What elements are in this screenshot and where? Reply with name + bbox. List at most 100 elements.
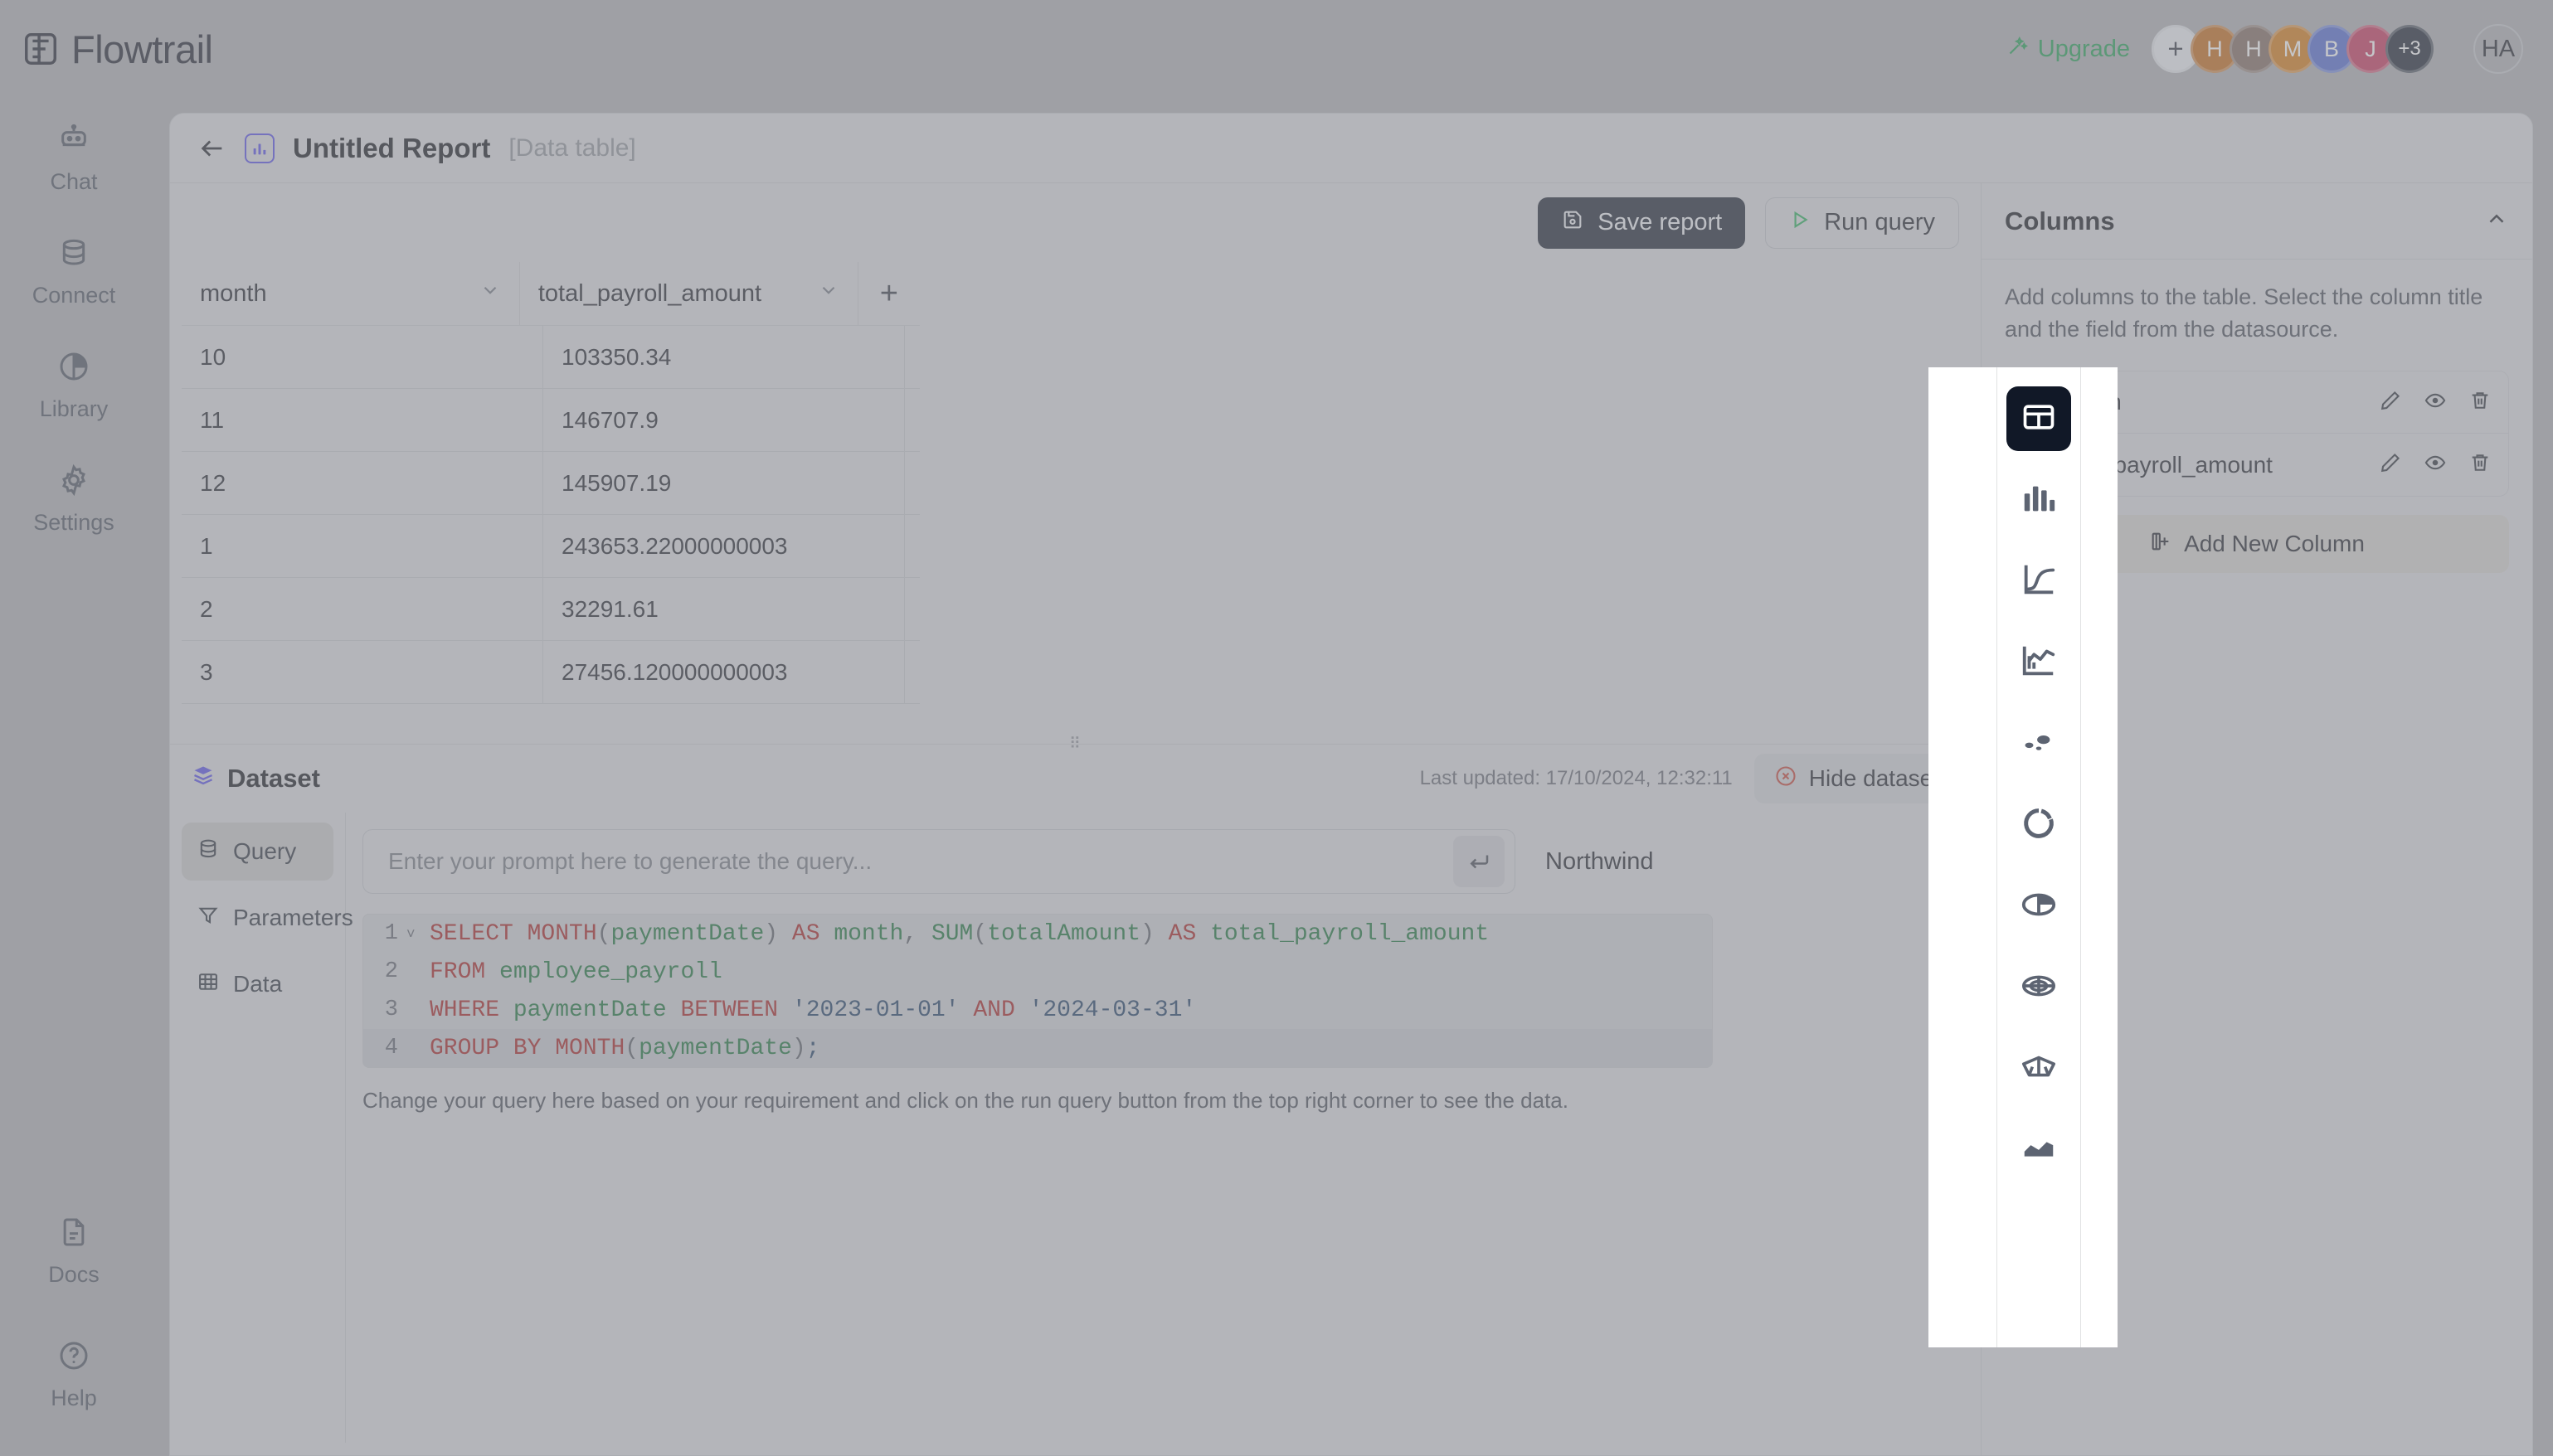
avatar-overflow[interactable]: +3: [2385, 25, 2434, 73]
datasource-selector[interactable]: Northwind: [1534, 848, 1681, 886]
chart-type-line[interactable]: [2006, 549, 2071, 614]
table-row: 12 145907.19: [182, 452, 920, 515]
avatar-group: + H H M B J +3: [2152, 25, 2434, 73]
table-column-header-total-payroll-amount[interactable]: total_payroll_amount: [520, 262, 858, 325]
dataset-title-label: Dataset: [227, 764, 320, 793]
tab-label: Parameters: [233, 905, 353, 930]
bar-chart-icon: [245, 133, 275, 163]
hide-dataset-label: Hide dataset: [1808, 765, 1939, 791]
upgrade-label: Upgrade: [2037, 35, 2130, 62]
code-line[interactable]: 3 WHERE paymentDate BETWEEN '2023-01-01'…: [363, 991, 1712, 1029]
code-line[interactable]: 4 GROUP BY MONTH(paymentDate);: [363, 1029, 1712, 1067]
database-icon: [57, 236, 90, 275]
report-header: Untitled Report [Data table]: [170, 114, 2532, 183]
sidebar-item-docs[interactable]: Docs: [24, 1211, 124, 1293]
chevron-down-icon[interactable]: [818, 279, 839, 308]
cell-total-payroll-amount: 243653.22000000003: [543, 515, 905, 577]
fold-toggle-icon[interactable]: ˅: [406, 925, 425, 943]
current-user-avatar[interactable]: HA: [2473, 24, 2523, 74]
brand[interactable]: Flowtrail: [22, 27, 213, 72]
table-row: 1 243653.22000000003: [182, 515, 920, 578]
sidebar-item-label: Connect: [32, 283, 116, 308]
eye-icon[interactable]: [2424, 451, 2447, 478]
chart-type-funnel[interactable]: [2006, 1036, 2071, 1101]
code-line[interactable]: 1 ˅ SELECT MONTH(paymentDate) AS month, …: [363, 915, 1712, 953]
cell-month: 2: [182, 578, 543, 640]
chart-type-pie[interactable]: [2006, 874, 2071, 939]
sidebar-item-chat[interactable]: Chat: [24, 118, 124, 200]
dataset-main: Northwind 1 ˅ SELECT MONTH(paymentDate) …: [346, 813, 1981, 1443]
trash-icon[interactable]: [2468, 451, 2492, 478]
sidebar-item-help[interactable]: Help: [24, 1334, 124, 1416]
table-column-header-month[interactable]: month: [182, 262, 520, 325]
report-canvas: Save report Run query month total_payrol…: [170, 183, 1982, 1455]
pie-chart-icon: [57, 350, 90, 389]
sidebar-item-connect[interactable]: Connect: [24, 231, 124, 313]
cell-total-payroll-amount: 103350.34: [543, 326, 905, 388]
enter-key-icon[interactable]: [1453, 836, 1505, 887]
chart-type-combo[interactable]: [2006, 630, 2071, 695]
chevron-up-icon[interactable]: [2484, 206, 2509, 235]
dataset-title: Dataset: [192, 764, 320, 794]
code-text: GROUP BY MONTH(paymentDate);: [430, 1035, 820, 1061]
dataset-tab-list: Query Parameters Data: [170, 813, 353, 1443]
sidebar-item-settings[interactable]: Settings: [24, 459, 124, 541]
save-report-button[interactable]: Save report: [1538, 197, 1746, 249]
table-row: 2 32291.61: [182, 578, 920, 641]
document-icon: [57, 1216, 90, 1255]
top-bar-right: Upgrade + H H M B J +3 HA: [2006, 24, 2523, 74]
sidebar-item-label: Library: [39, 396, 109, 421]
run-query-button[interactable]: Run query: [1765, 197, 1959, 249]
chart-type-bar[interactable]: [2006, 468, 2071, 532]
chart-type-donut[interactable]: [2006, 793, 2071, 857]
sidebar-secondary-items: Docs Help: [0, 1211, 148, 1416]
eye-icon[interactable]: [2424, 389, 2447, 416]
flowtrail-logo-icon: [22, 30, 60, 68]
dataset-panel: ⠿ Dataset Last updated: 17/10/2024, 12:3…: [170, 736, 1981, 1455]
question-circle-icon: [57, 1339, 90, 1378]
database-icon: [197, 837, 220, 866]
tab-data[interactable]: Data: [182, 955, 333, 1013]
grid-icon: [197, 970, 220, 999]
chart-type-area[interactable]: [2006, 1118, 2071, 1182]
tab-label: Query: [233, 838, 297, 864]
chart-type-table[interactable]: [2006, 386, 2071, 451]
tab-parameters[interactable]: Parameters: [182, 889, 353, 947]
column-actions: [2379, 451, 2492, 478]
code-text: SELECT MONTH(paymentDate) AS month, SUM(…: [430, 920, 1490, 947]
tab-label: Data: [233, 971, 283, 997]
panel-divider: [2080, 367, 2081, 1347]
page-title[interactable]: Untitled Report: [293, 133, 490, 164]
pencil-icon[interactable]: [2379, 451, 2402, 478]
save-report-label: Save report: [1597, 209, 1723, 235]
chart-type-list: [1997, 386, 2080, 1182]
chart-type-radar[interactable]: [2006, 955, 2071, 1020]
sidebar-item-label: Chat: [50, 169, 98, 194]
add-table-column-button[interactable]: +: [858, 262, 920, 325]
arrow-left-icon[interactable]: [198, 134, 226, 163]
prompt-input[interactable]: [388, 848, 1453, 875]
prompt-box[interactable]: [362, 829, 1515, 894]
columns-panel-title: Columns: [2005, 206, 2115, 235]
sidebar-item-library[interactable]: Library: [24, 345, 124, 427]
line-number: 2: [384, 959, 398, 984]
sql-editor[interactable]: 1 ˅ SELECT MONTH(paymentDate) AS month, …: [362, 914, 1713, 1068]
line-number: 1: [384, 921, 398, 946]
play-icon: [1789, 209, 1811, 237]
tab-query[interactable]: Query: [182, 823, 333, 881]
chevron-down-icon[interactable]: [479, 279, 501, 308]
resize-handle[interactable]: ⠿: [1067, 736, 1085, 752]
robot-icon: [57, 123, 90, 162]
funnel-chart-icon: [2020, 1048, 2058, 1090]
table-header-row: month total_payroll_amount +: [182, 262, 920, 326]
chart-type-scatter[interactable]: [2006, 711, 2071, 776]
code-line[interactable]: 2 FROM employee_payroll: [363, 953, 1712, 991]
save-icon: [1561, 208, 1584, 238]
upgrade-button[interactable]: Upgrade: [2006, 35, 2130, 64]
trash-icon[interactable]: [2468, 389, 2492, 416]
combo-chart-icon: [2020, 642, 2058, 684]
cell-month: 10: [182, 326, 543, 388]
pencil-icon[interactable]: [2379, 389, 2402, 416]
code-text: FROM employee_payroll: [430, 959, 722, 985]
gear-icon: [57, 463, 90, 502]
